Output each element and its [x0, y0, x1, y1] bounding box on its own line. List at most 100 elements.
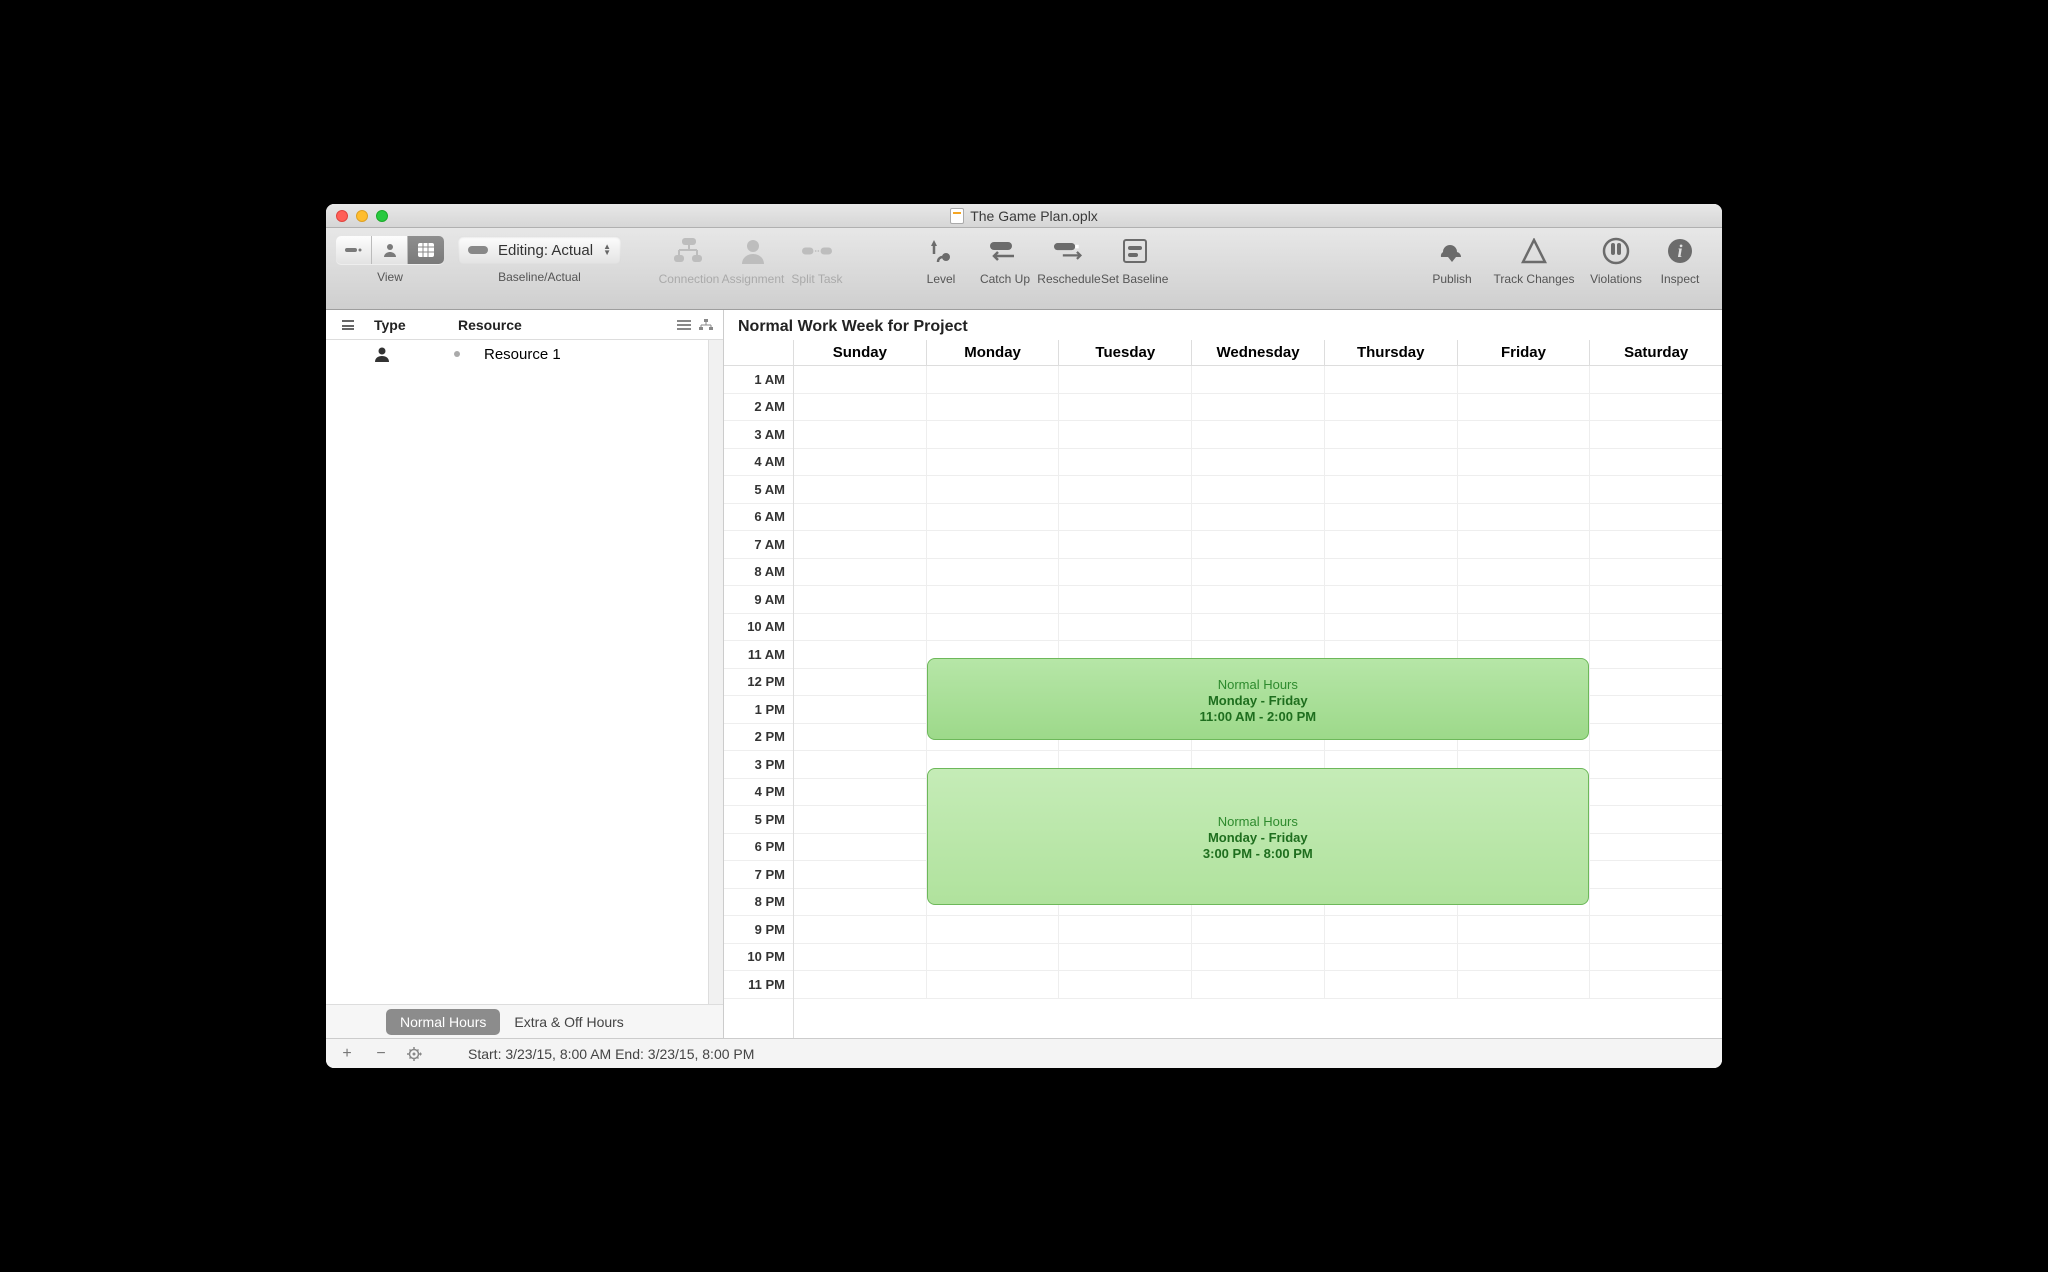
zoom-window-button[interactable] [376, 210, 388, 222]
assignment-label: Assignment [722, 272, 785, 286]
track-changes-tool[interactable]: Track Changes [1484, 236, 1584, 286]
inspect-tool[interactable]: i Inspect [1648, 236, 1712, 286]
connection-icon [674, 236, 704, 266]
day-header: Wednesday [1192, 340, 1325, 365]
time-label: 2 PM [724, 724, 793, 752]
violations-tool[interactable]: Violations [1584, 236, 1648, 286]
inspect-label: Inspect [1661, 272, 1700, 286]
window-title: The Game Plan.oplx [326, 208, 1722, 224]
time-label: 3 PM [724, 751, 793, 779]
time-label: 6 PM [724, 834, 793, 862]
baseline-group: Editing: Actual ▲▼ Baseline/Actual [458, 236, 621, 284]
time-label: 6 AM [724, 504, 793, 532]
track-changes-label: Track Changes [1494, 272, 1575, 286]
statusbar: + − Start: 3/23/15, 8:00 AM End: 3/23/15… [326, 1038, 1722, 1068]
event-title: Normal Hours [1218, 677, 1298, 692]
event-days: Monday - Friday [1208, 693, 1308, 708]
catch-up-label: Catch Up [980, 272, 1030, 286]
column-type[interactable]: Type [374, 317, 444, 333]
calendar-body[interactable]: Normal Hours Monday - Friday 11:00 AM - … [794, 366, 1722, 1038]
violations-icon [1601, 236, 1631, 266]
view-label: View [377, 270, 403, 284]
view-calendar-button[interactable] [408, 236, 444, 264]
gear-menu-button[interactable] [404, 1043, 426, 1065]
status-text: Start: 3/23/15, 8:00 AM End: 3/23/15, 8:… [468, 1046, 754, 1062]
reschedule-tool[interactable]: Reschedule [1037, 236, 1101, 286]
publish-tool[interactable]: Publish [1420, 236, 1484, 286]
event-title: Normal Hours [1218, 814, 1298, 829]
assignment-icon [738, 236, 768, 266]
remove-button[interactable]: − [370, 1043, 392, 1065]
calendar-event-morning[interactable]: Normal Hours Monday - Friday 11:00 AM - … [927, 658, 1590, 740]
level-icon [926, 236, 956, 266]
add-button[interactable]: + [336, 1043, 358, 1065]
time-label: 11 PM [724, 971, 793, 999]
set-baseline-tool[interactable]: Set Baseline [1101, 236, 1168, 286]
status-dot-icon [454, 351, 460, 357]
time-label: 8 PM [724, 889, 793, 917]
view-resource-button[interactable] [372, 236, 408, 264]
catch-up-tool[interactable]: Catch Up [973, 236, 1037, 286]
hierarchy-icon[interactable] [699, 319, 713, 331]
event-time: 3:00 PM - 8:00 PM [1203, 846, 1313, 861]
connection-label: Connection [659, 272, 720, 286]
publish-icon [1437, 236, 1467, 266]
split-task-tool[interactable]: Split Task [785, 236, 849, 286]
day-header: Saturday [1590, 340, 1722, 365]
view-switcher-group: View [336, 236, 444, 284]
event-days: Monday - Friday [1208, 830, 1308, 845]
sidebar: Type Resource [326, 310, 724, 1038]
time-label: 12 PM [724, 669, 793, 697]
sidebar-body: Resource 1 [326, 340, 723, 1004]
set-baseline-label: Set Baseline [1101, 272, 1168, 286]
view-gantt-button[interactable] [336, 236, 372, 264]
sidebar-header: Type Resource [326, 310, 723, 340]
reschedule-icon [1054, 236, 1084, 266]
time-label: 2 AM [724, 394, 793, 422]
minimize-window-button[interactable] [356, 210, 368, 222]
column-config-icon[interactable] [677, 319, 691, 331]
baseline-actual-select[interactable]: Editing: Actual ▲▼ [458, 236, 621, 264]
svg-text:i: i [1677, 241, 1682, 261]
document-icon [950, 208, 964, 224]
window-title-text: The Game Plan.oplx [970, 208, 1098, 224]
time-label: 10 PM [724, 944, 793, 972]
content-area: Type Resource [326, 310, 1722, 1038]
time-label: 4 AM [724, 449, 793, 477]
reschedule-label: Reschedule [1037, 272, 1100, 286]
time-label: 10 AM [724, 614, 793, 642]
time-label: 9 AM [724, 586, 793, 614]
resource-name: Resource 1 [484, 346, 561, 363]
outline-toggle-icon[interactable] [336, 320, 360, 330]
violations-label: Violations [1590, 272, 1642, 286]
sidebar-tabs: Normal Hours Extra & Off Hours [326, 1004, 723, 1038]
column-resource[interactable]: Resource [458, 317, 663, 333]
time-label: 5 AM [724, 476, 793, 504]
tab-normal-hours[interactable]: Normal Hours [386, 1009, 500, 1035]
calendar-title: Normal Work Week for Project [724, 310, 1722, 340]
level-tool[interactable]: Level [909, 236, 973, 286]
time-label: 3 AM [724, 421, 793, 449]
resource-row[interactable]: Resource 1 [326, 340, 723, 368]
catch-up-icon [990, 236, 1020, 266]
time-gutter: 1 AM2 AM3 AM4 AM5 AM6 AM7 AM8 AM9 AM10 A… [724, 340, 794, 1038]
app-window: The Game Plan.oplx View Editing: Actua [326, 204, 1722, 1068]
time-label: 5 PM [724, 806, 793, 834]
window-controls [336, 210, 388, 222]
time-label: 7 PM [724, 861, 793, 889]
time-label: 8 AM [724, 559, 793, 587]
tab-extra-off-hours[interactable]: Extra & Off Hours [500, 1009, 637, 1035]
calendar: 1 AM2 AM3 AM4 AM5 AM6 AM7 AM8 AM9 AM10 A… [724, 340, 1722, 1038]
assignment-tool[interactable]: Assignment [721, 236, 785, 286]
split-task-label: Split Task [791, 272, 842, 286]
day-header-row: SundayMondayTuesdayWednesdayThursdayFrid… [794, 340, 1722, 366]
calendar-event-afternoon[interactable]: Normal Hours Monday - Friday 3:00 PM - 8… [927, 768, 1590, 905]
day-header: Monday [927, 340, 1060, 365]
baseline-actual-label: Editing: Actual [498, 242, 593, 259]
person-icon [374, 346, 390, 362]
level-label: Level [927, 272, 956, 286]
view-segmented-control[interactable] [336, 236, 444, 264]
close-window-button[interactable] [336, 210, 348, 222]
connection-tool[interactable]: Connection [657, 236, 721, 286]
time-label: 1 AM [724, 366, 793, 394]
